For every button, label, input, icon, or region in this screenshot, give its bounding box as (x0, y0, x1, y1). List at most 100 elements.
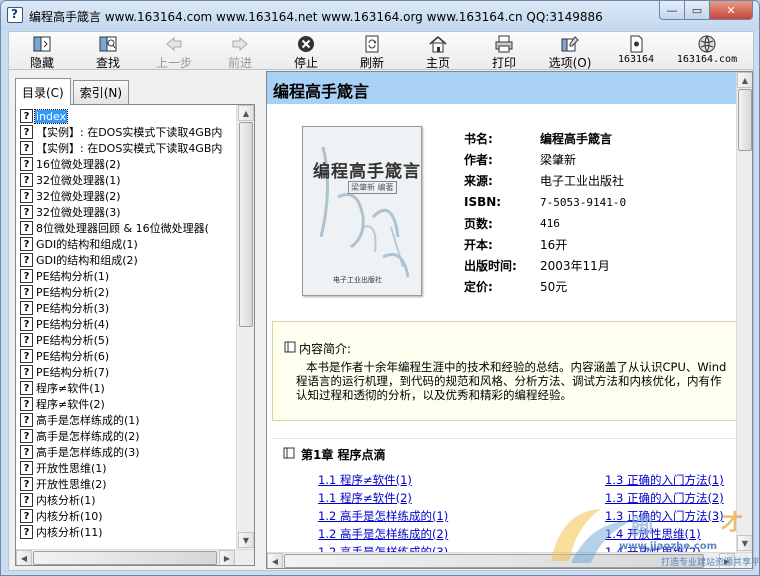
scroll-down-button[interactable]: ▼ (737, 535, 752, 551)
tree-item[interactable]: ? 32位微处理器(3) (20, 204, 234, 220)
hscroll-thumb[interactable] (284, 554, 704, 568)
title-bar[interactable]: 编程高手箴言 www.163164.com www.163164.net www… (1, 1, 759, 30)
tree-item[interactable]: ? 32位微处理器(1) (20, 172, 234, 188)
content-area: 目录(C) 索引(N) ? index? 【实例】: 在DOS实模式下读取4GB内?… (8, 69, 754, 571)
tree-item[interactable]: ? 高手是怎样练成的(2) (20, 428, 234, 444)
help-page-icon: ? (20, 477, 33, 491)
tree-item[interactable]: ? 【实例】: 在DOS实模式下读取4GB内 (20, 124, 234, 140)
minimize-button[interactable]: — (659, 1, 685, 20)
chapter-link[interactable]: 1.3 正确的入门方法(1) (605, 472, 724, 488)
help-page-icon: ? (20, 381, 33, 395)
tree-item-label: 高手是怎样练成的(2) (36, 430, 140, 443)
stop-button[interactable]: 停止 (273, 32, 339, 70)
help-page-icon: ? (20, 509, 33, 523)
hscroll-thumb[interactable] (33, 551, 217, 565)
tree-item[interactable]: ? 开放性思维(2) (20, 476, 234, 492)
scroll-thumb[interactable] (239, 122, 253, 327)
intro-text: 本书是作者十余年编程生涯中的技术和经验的总结。内容涵盖了从认识CPU、Wind … (296, 360, 736, 402)
forward-button[interactable]: 前进 (207, 32, 273, 70)
book-cover-image: 编程高手箴言 梁肇新 编著 电子工业出版社 (302, 126, 422, 296)
maximize-button[interactable]: ▭ (685, 1, 710, 20)
scroll-down-button[interactable]: ▼ (238, 532, 254, 548)
contents-tree: ? index? 【实例】: 在DOS实模式下读取4GB内? 【实例】: 在DOS实模… (20, 108, 234, 546)
tree-item[interactable]: ? 内核分析(11) (20, 524, 234, 540)
scroll-thumb[interactable] (738, 89, 752, 151)
chapter-link[interactable]: 1.4 开放性思维(1) (605, 526, 701, 542)
chapter-link[interactable]: 1.2 高手是怎样练成的(2) (318, 526, 448, 542)
chapter-link[interactable]: 1.2 高手是怎样练成的(1) (318, 508, 448, 524)
scroll-right-button[interactable]: ▶ (219, 550, 235, 565)
tree-item[interactable]: ? 开放性思维(1) (20, 460, 234, 476)
document-vertical-scrollbar[interactable]: ▲ ▼ (736, 72, 752, 552)
help-page-icon: ? (20, 461, 33, 475)
tree-item-label: 32位微处理器(2) (36, 190, 121, 203)
scroll-up-button[interactable]: ▲ (238, 105, 254, 121)
refresh-button[interactable]: 刷新 (339, 32, 405, 70)
tree-item[interactable]: ? GDI的结构和组成(1) (20, 236, 234, 252)
help-page-icon: ? (20, 349, 33, 363)
tree-item[interactable]: ? GDI的结构和组成(2) (20, 252, 234, 268)
tree-item-label: 程序≠软件(2) (36, 398, 105, 411)
tree-item[interactable]: ? 程序≠软件(2) (20, 396, 234, 412)
tree-item-label: PE结构分析(3) (36, 302, 110, 315)
scroll-up-button[interactable]: ▲ (737, 72, 752, 88)
tree-item[interactable]: ? PE结构分析(6) (20, 348, 234, 364)
scroll-right-button[interactable]: ▶ (719, 553, 735, 568)
tree-item[interactable]: ? 程序≠软件(1) (20, 380, 234, 396)
scroll-left-button[interactable]: ◀ (16, 550, 32, 565)
info-value: 2003年11月 (540, 259, 610, 274)
scroll-left-button[interactable]: ◀ (267, 553, 283, 568)
chapter-link[interactable]: 1.1 程序≠软件(2) (318, 490, 412, 506)
tree-vertical-scrollbar[interactable]: ▲ ▼ (236, 105, 254, 549)
back-button[interactable]: 上一步 (141, 32, 207, 70)
tree-item[interactable]: ? PE结构分析(7) (20, 364, 234, 380)
close-button[interactable]: ✕ (710, 1, 753, 20)
tab-contents[interactable]: 目录(C) (15, 78, 71, 105)
document-horizontal-scrollbar[interactable]: ◀ ▶ (267, 552, 752, 568)
tree-item-label: PE结构分析(7) (36, 366, 110, 379)
tree-item[interactable]: ? PE结构分析(4) (20, 316, 234, 332)
tree-item[interactable]: ? 16位微处理器(2) (20, 156, 234, 172)
info-row: 开本: 16开 (464, 234, 626, 255)
tree-item-label: 内核分析(10) (36, 510, 103, 523)
cover-calligraphy (319, 146, 410, 278)
tree-item[interactable]: ? 高手是怎样练成的(3) (20, 444, 234, 460)
info-key: 开本: (464, 238, 493, 253)
tree-item[interactable]: ? index (20, 108, 234, 124)
tree-item[interactable]: ? PE结构分析(2) (20, 284, 234, 300)
book-icon (284, 341, 296, 356)
tree-item[interactable]: ? PE结构分析(3) (20, 300, 234, 316)
stop-icon (296, 35, 316, 53)
hide-button[interactable]: 隐藏 (9, 32, 75, 70)
tree-item-label: 高手是怎样练成的(3) (36, 446, 140, 459)
tree-item[interactable]: ? 内核分析(1) (20, 492, 234, 508)
site-163164-button[interactable]: 163164 (603, 32, 669, 70)
tree-item[interactable]: ? 【实例】: 在DOS实模式下读取4GB内 (20, 140, 234, 156)
tree-item-label: GDI的结构和组成(2) (36, 254, 138, 267)
tree-item[interactable]: ? PE结构分析(1) (20, 268, 234, 284)
tab-index[interactable]: 索引(N) (72, 80, 130, 104)
info-key: 书名: (464, 132, 493, 147)
tree-item[interactable]: ? 8位微处理器回顾 & 16位微处理器( (20, 220, 234, 236)
home-button[interactable]: 主页 (405, 32, 471, 70)
tree-item[interactable]: ? PE结构分析(5) (20, 332, 234, 348)
tree-item[interactable]: ? 内核分析(10) (20, 508, 234, 524)
find-icon (98, 35, 118, 53)
help-page-icon: ? (20, 365, 33, 379)
print-button[interactable]: 打印 (471, 32, 537, 70)
tree-item[interactable]: ? 高手是怎样练成的(1) (20, 412, 234, 428)
intro-line: 程语言的运行机理，到代码的规范和风格、分析方法、调试方法和内核优化，内有作 (296, 374, 722, 388)
document-title-bar: 编程高手箴言 (267, 72, 736, 104)
chapter-link[interactable]: 1.3 正确的入门方法(2) (605, 490, 724, 506)
help-page-icon: ? (20, 493, 33, 507)
site-163164-com-button[interactable]: 163164.com (669, 32, 745, 70)
info-key: ISBN: (464, 195, 502, 210)
chapter-link[interactable]: 1.3 正确的入门方法(3) (605, 508, 724, 524)
chapter-link[interactable]: 1.1 程序≠软件(1) (318, 472, 412, 488)
options-button[interactable]: 选项(O) (537, 32, 603, 70)
tree-horizontal-scrollbar[interactable]: ◀ ▶ (16, 549, 254, 565)
find-button[interactable]: 查找 (75, 32, 141, 70)
tree-item[interactable]: ? 32位微处理器(2) (20, 188, 234, 204)
info-row: 书名: 编程高手箴言 (464, 128, 626, 149)
toolbar: 隐藏 查找 上一步 前进 停止 刷新 主页 打印 选项(O) 163164 16… (8, 31, 754, 70)
